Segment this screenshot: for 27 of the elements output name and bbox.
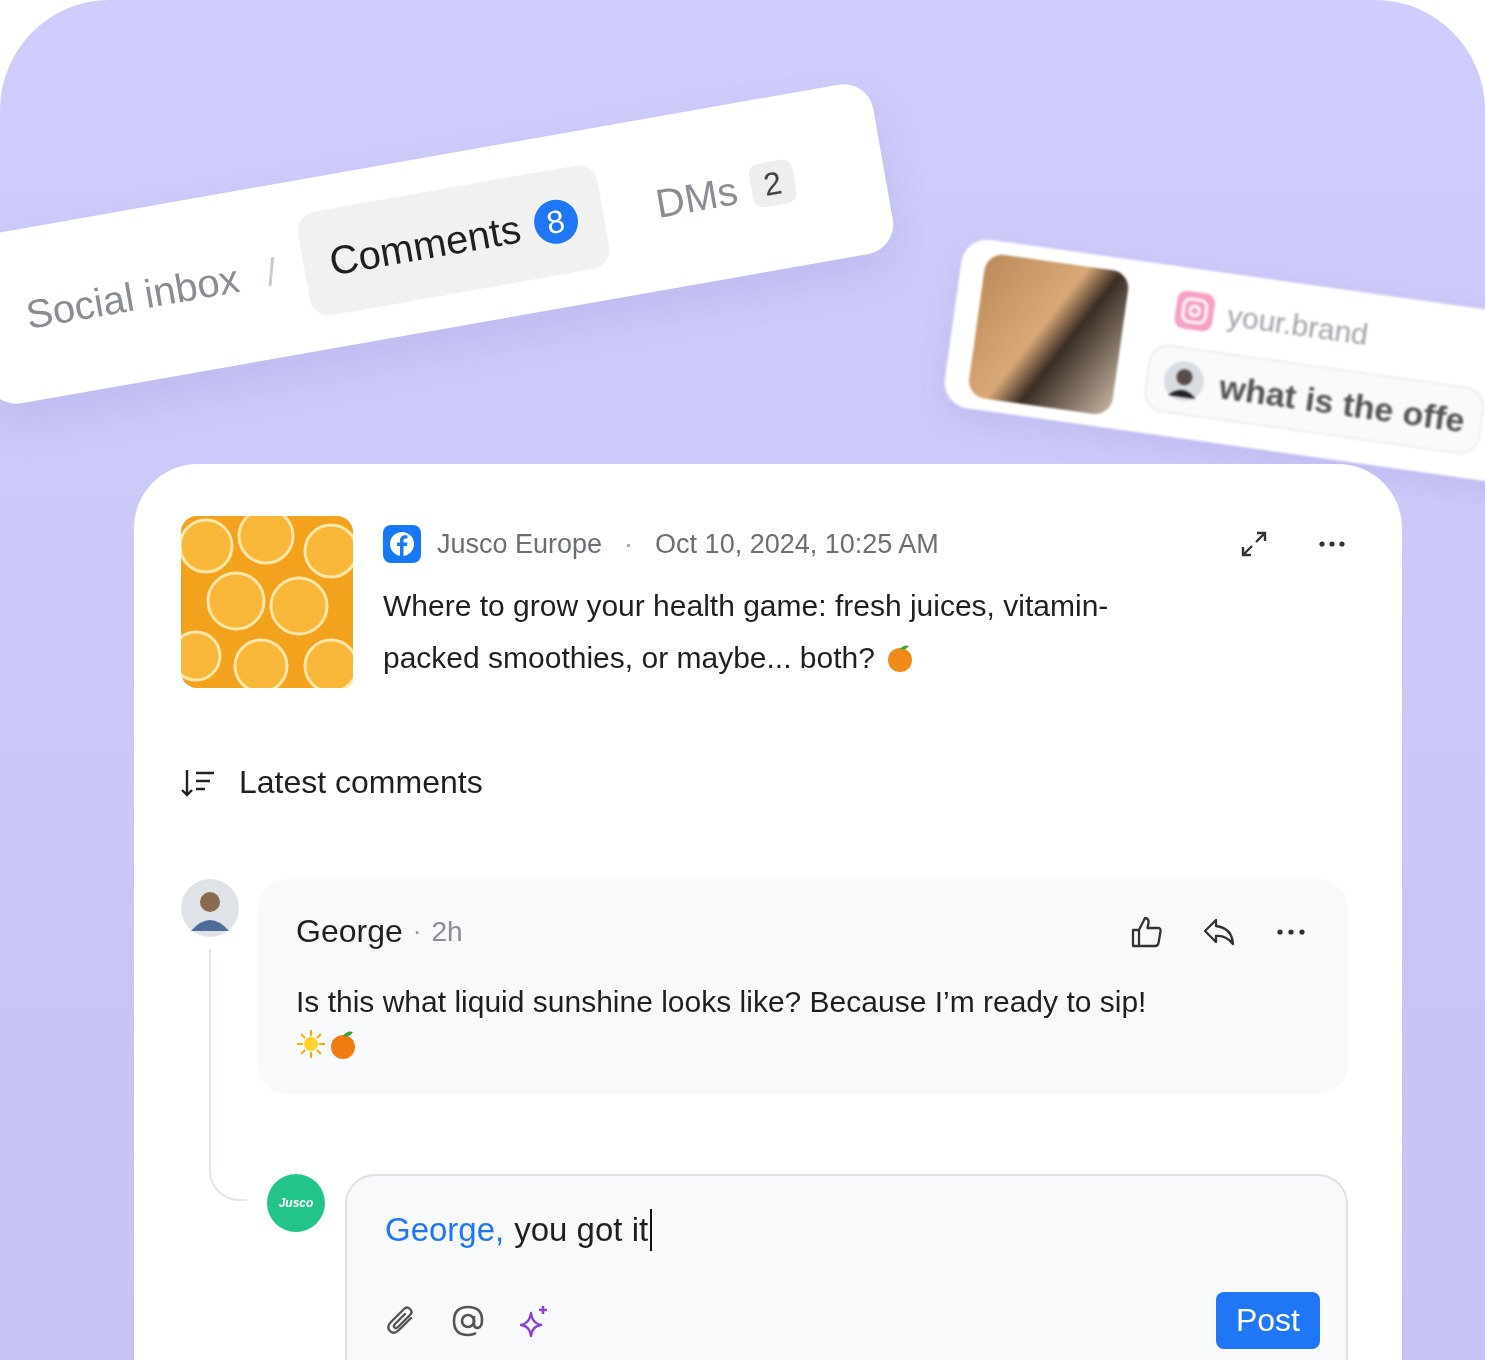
typed-text: you got it	[514, 1211, 649, 1249]
comment-text: Is this what liquid sunshine looks like? Because I’m ready to sip!	[296, 984, 1148, 1020]
comment-age: 2h	[431, 915, 463, 948]
commenter-name: George	[296, 913, 403, 950]
post-text: packed smoothies, or maybe... both?	[383, 640, 875, 676]
breadcrumb-separator: /	[262, 249, 281, 295]
post-button[interactable]: Post	[1215, 1292, 1320, 1349]
author-name: Jusco Europe	[437, 528, 603, 560]
at-sign-icon[interactable]	[451, 1303, 485, 1338]
sun-icon	[296, 1028, 326, 1060]
separator-dot: ·	[624, 528, 634, 560]
post-text: Where to grow your health game: fresh juices, vitamin-	[383, 588, 1109, 624]
count-badge: 2	[747, 158, 799, 210]
brand-avatar: Jusco	[267, 1174, 325, 1232]
reply-field[interactable]: George, you got it Post	[345, 1174, 1348, 1360]
facebook-icon	[383, 525, 421, 563]
thumbs-up-icon[interactable]	[1130, 914, 1164, 949]
camera-icon	[1173, 289, 1217, 333]
mention-link[interactable]: George,	[385, 1211, 505, 1249]
avatar-icon	[1161, 358, 1207, 404]
avatar-icon	[181, 879, 239, 937]
sort-label[interactable]: Latest comments	[239, 764, 483, 801]
message-text: what is the offe	[1216, 366, 1468, 440]
post-time: Oct 10, 2024, 10:25 AM	[655, 528, 939, 560]
tab[interactable]: DMs 2	[621, 123, 829, 261]
separator-dot: ·	[412, 916, 422, 947]
account-name: your.brand	[1225, 298, 1371, 353]
